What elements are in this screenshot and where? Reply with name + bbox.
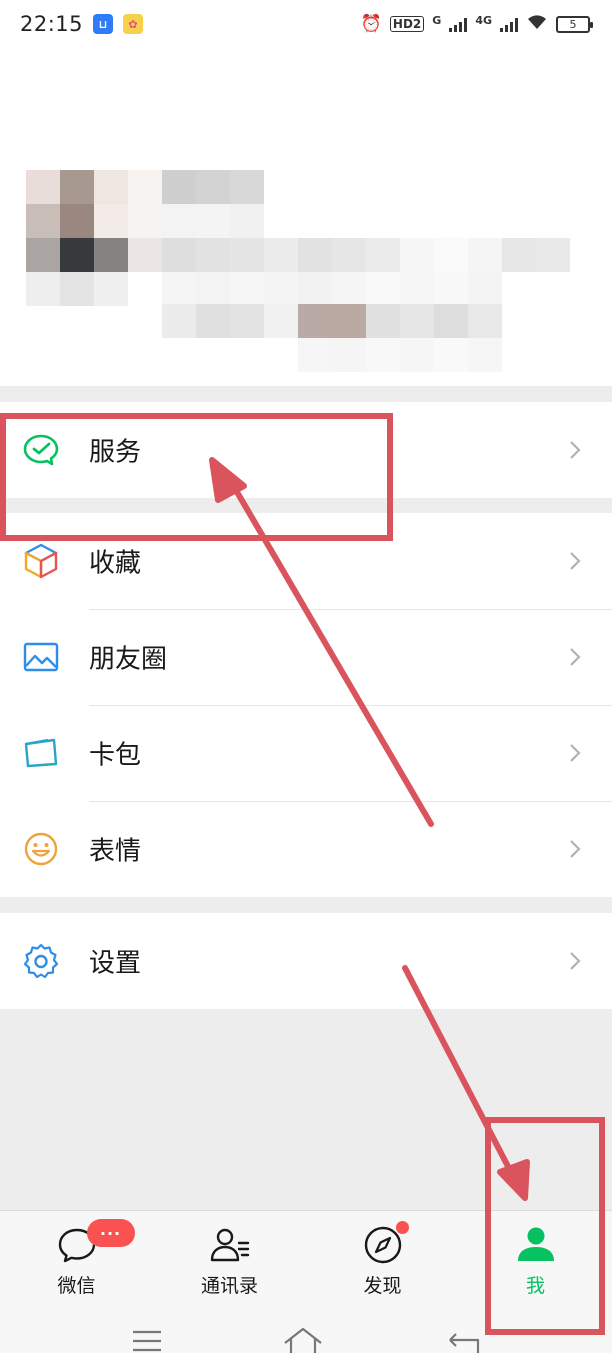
system-nav-bar bbox=[0, 1310, 612, 1353]
chevron-right-icon bbox=[568, 741, 582, 765]
tab-me-label: 我 bbox=[525, 1275, 545, 1297]
notification-app-icon: ⊔ bbox=[93, 14, 114, 34]
services-label: 服务 bbox=[89, 437, 142, 468]
tab-me[interactable]: 我 bbox=[459, 1211, 612, 1311]
wechat-pay-check-icon bbox=[22, 431, 60, 469]
person-icon bbox=[514, 1223, 558, 1267]
home-icon[interactable] bbox=[283, 1326, 323, 1353]
chevron-right-icon bbox=[568, 949, 582, 973]
menu-icon[interactable] bbox=[132, 1330, 162, 1353]
notification-cake-icon: ✿ bbox=[123, 14, 144, 34]
settings-label: 设置 bbox=[89, 948, 142, 979]
favorites-row[interactable]: 收藏 bbox=[0, 513, 612, 609]
photo-icon bbox=[22, 638, 60, 676]
discover-red-dot bbox=[395, 1221, 409, 1234]
settings-row[interactable]: 设置 bbox=[0, 913, 612, 1009]
services-row[interactable]: 服务 bbox=[0, 402, 612, 498]
cards-row[interactable]: 卡包 bbox=[0, 705, 612, 801]
moments-label: 朋友圈 bbox=[89, 644, 168, 675]
card-icon bbox=[22, 734, 60, 772]
compass-icon bbox=[361, 1221, 409, 1267]
chevron-right-icon bbox=[568, 438, 582, 462]
stickers-label: 表情 bbox=[89, 836, 142, 867]
services-group: 服务 bbox=[0, 402, 612, 498]
wifi-icon bbox=[526, 14, 548, 34]
chevron-right-icon bbox=[568, 549, 582, 573]
contacts-icon bbox=[208, 1223, 252, 1267]
chat-bubble-icon: ··· bbox=[55, 1219, 135, 1267]
tab-discover[interactable]: 发现 bbox=[306, 1211, 459, 1311]
network-4g-label: 4G bbox=[475, 14, 492, 27]
tab-discover-label: 发现 bbox=[363, 1275, 402, 1297]
tab-chats[interactable]: ··· 微信 bbox=[0, 1211, 153, 1311]
settings-group: 设置 bbox=[0, 913, 612, 1009]
alarm-icon: ⏰ bbox=[360, 14, 382, 34]
profile-header[interactable] bbox=[0, 48, 612, 386]
features-group: 收藏 朋友圈 卡包 表情 bbox=[0, 513, 612, 897]
tab-chats-label: 微信 bbox=[57, 1275, 96, 1297]
status-bar: 22:15 ⊔ ✿ ⏰ HD2 G 4G 5 bbox=[0, 0, 612, 48]
cards-label: 卡包 bbox=[89, 740, 142, 771]
unread-badge: ··· bbox=[86, 1219, 135, 1247]
chevron-right-icon bbox=[568, 645, 582, 669]
signal-icon bbox=[449, 16, 468, 32]
moments-row[interactable]: 朋友圈 bbox=[0, 609, 612, 705]
chevron-right-icon bbox=[568, 837, 582, 861]
cube-icon bbox=[22, 542, 60, 580]
battery-indicator: 5 bbox=[556, 15, 593, 33]
bottom-tab-bar: ··· 微信 通讯录 发现 我 bbox=[0, 1210, 612, 1310]
network-g-label: G bbox=[432, 14, 442, 27]
tab-contacts-label: 通讯录 bbox=[200, 1275, 258, 1297]
signal-icon-2 bbox=[500, 16, 518, 32]
hd-indicator: HD2 bbox=[389, 16, 425, 32]
favorites-label: 收藏 bbox=[89, 548, 142, 579]
stickers-row[interactable]: 表情 bbox=[0, 801, 612, 897]
smiley-icon bbox=[22, 830, 60, 868]
tab-contacts[interactable]: 通讯录 bbox=[153, 1211, 306, 1311]
back-icon[interactable] bbox=[448, 1327, 482, 1353]
gear-icon bbox=[22, 942, 60, 980]
status-time: 22:15 bbox=[20, 12, 84, 36]
